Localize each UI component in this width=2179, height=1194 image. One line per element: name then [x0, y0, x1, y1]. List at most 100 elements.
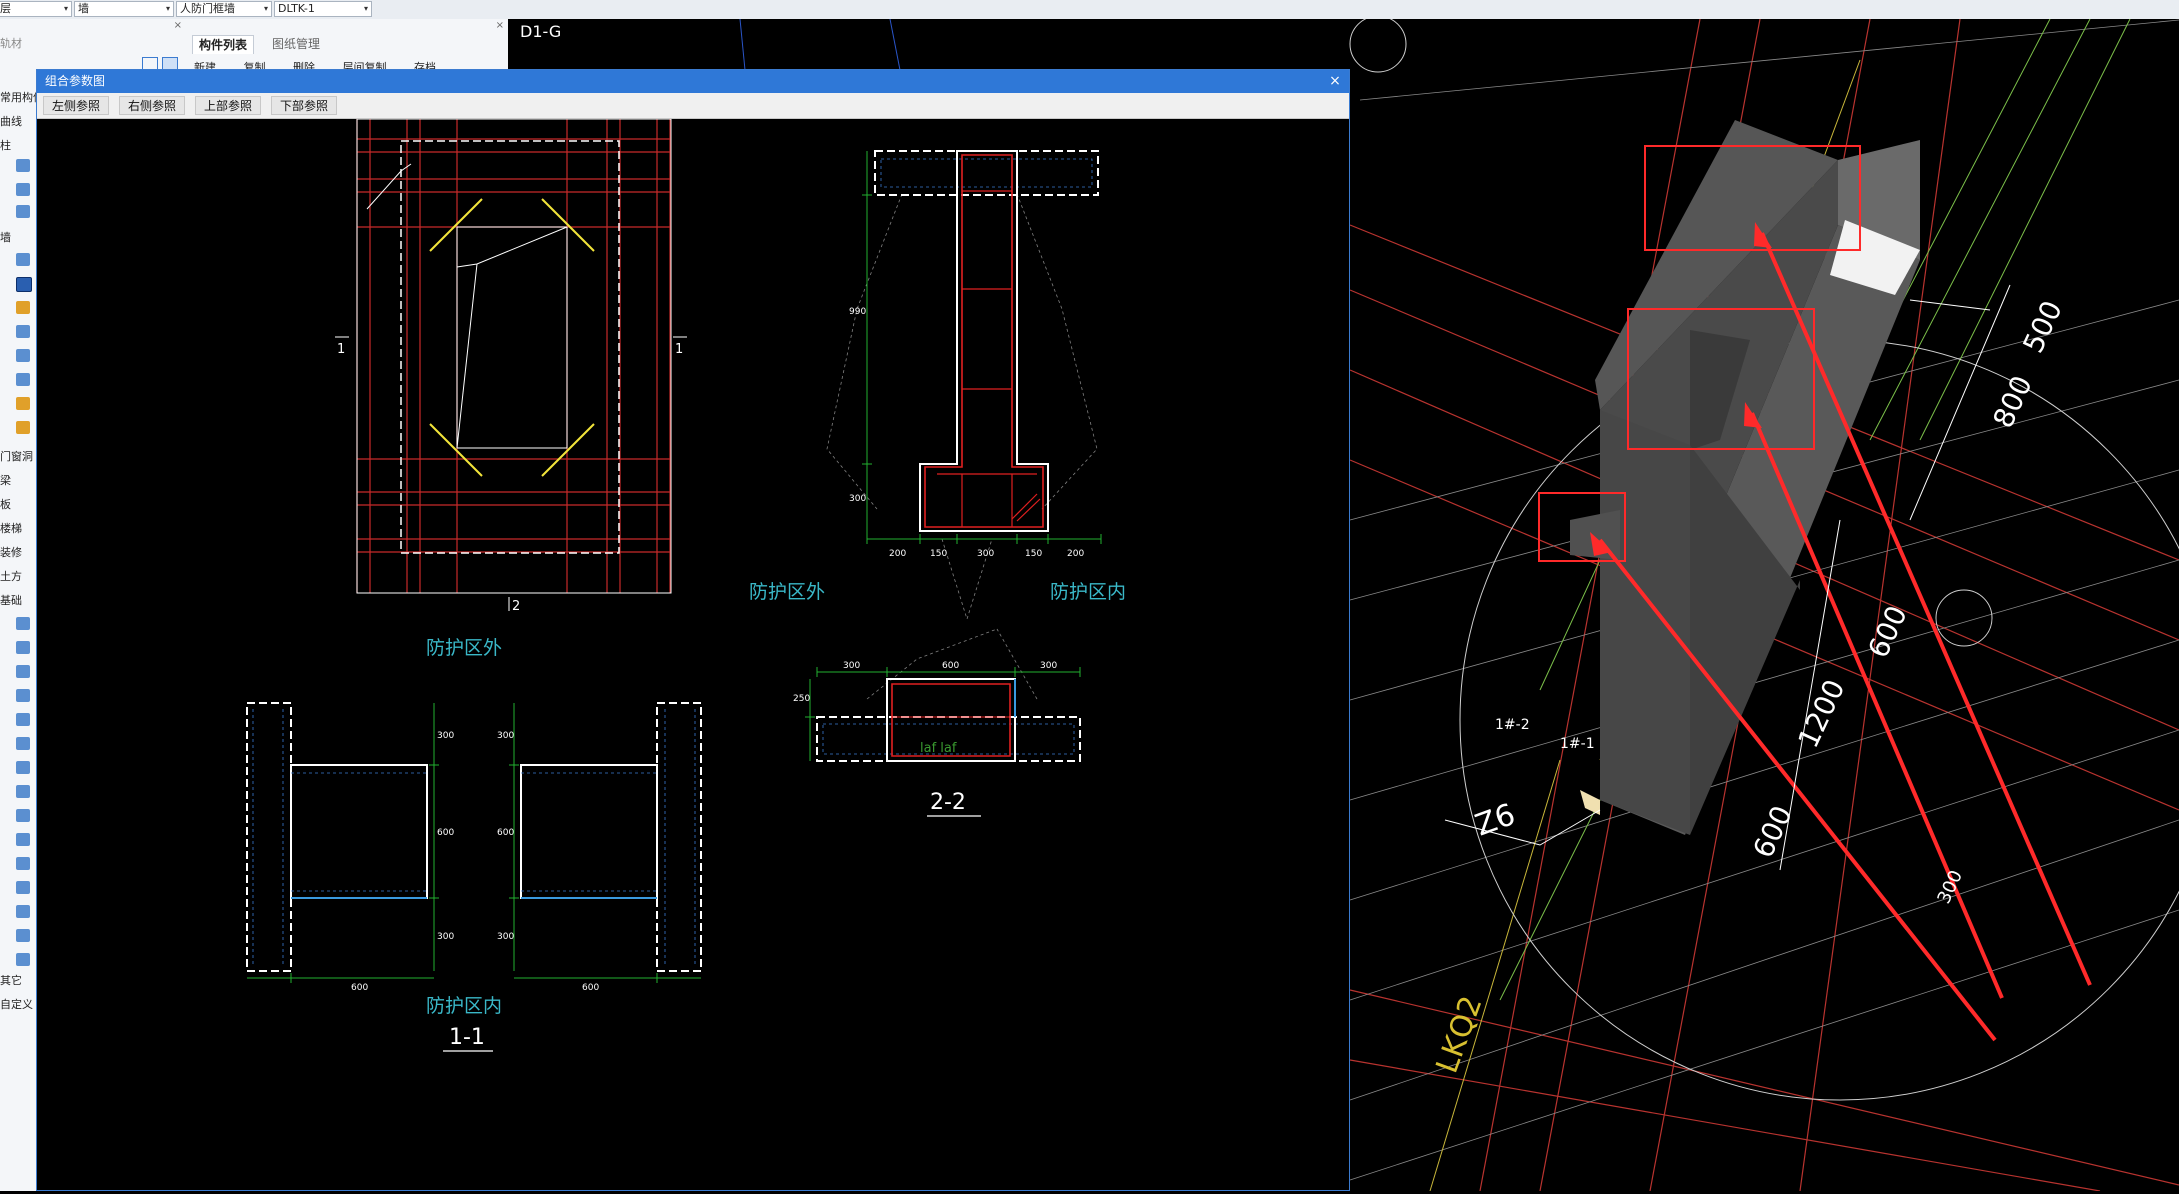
bottom-reference-button[interactable]: 下部参照: [271, 96, 338, 115]
post-icon[interactable]: [16, 857, 30, 870]
dim-label: 600: [942, 661, 959, 671]
dim-label: 600: [1746, 801, 1798, 863]
dim-label: 300: [843, 661, 860, 671]
outside-zone-label: 防护区外: [426, 637, 502, 659]
dim-label: 600: [582, 983, 599, 993]
cap-beam-icon[interactable]: [16, 929, 30, 942]
dim-label: 250: [793, 694, 810, 704]
panel-close-icon[interactable]: ×: [496, 20, 504, 31]
misc-icon[interactable]: [16, 953, 30, 966]
construction-column-icon[interactable]: [16, 205, 30, 218]
independent-foundation-icon[interactable]: [16, 737, 30, 750]
axis-label-1-2: 1#-2: [1495, 717, 1530, 733]
axis-labels: 1#-2 1#-1 Z6 LKQ2: [1430, 717, 1595, 1078]
dim-label: 300: [1040, 661, 1057, 671]
door-elevation: 1 1 2: [335, 118, 687, 614]
dim-label: 300: [497, 731, 514, 741]
insulation-icon[interactable]: [16, 373, 30, 386]
column-cap-icon[interactable]: [16, 183, 30, 196]
section-title-1-1: 1-1: [449, 1025, 485, 1050]
outside-zone-label: 防护区外: [749, 581, 825, 603]
nav-item-door-window[interactable]: 门窗洞: [0, 448, 33, 464]
nav-item-wall[interactable]: 墙: [0, 229, 11, 245]
property-panel-header: ×: [36, 19, 187, 70]
dim-label: 800: [1986, 371, 2038, 433]
combined-parameter-dialog: 组合参数图 × 左侧参照 右侧参照 上部参照 下部参照 1 1 2 200 15…: [36, 69, 1350, 1191]
component-name-select[interactable]: DLTK-1 ▾: [274, 1, 372, 17]
axis-bubble: [1935, 589, 1993, 647]
nav-item-column[interactable]: 柱: [0, 137, 11, 153]
nav-item-foundation[interactable]: 基础: [0, 592, 22, 608]
nav-item-common[interactable]: 常用构件: [0, 89, 36, 105]
section-2-2-lower: 防护区外 防护区内 laf laf 300 600 300 250 2-2: [749, 581, 1126, 817]
dim-label: 600: [351, 983, 368, 993]
diagram-area: 1 1 2 200 150 300 150 200 990 300 防护区外 防…: [37, 118, 1349, 1190]
column-icon[interactable]: [16, 159, 30, 172]
floor-select[interactable]: 层 ▾: [0, 1, 72, 17]
right-reference-button[interactable]: 右侧参照: [119, 96, 186, 115]
section-mark: 1: [675, 342, 683, 357]
parapet-icon[interactable]: [16, 325, 30, 338]
dim-label: 600: [1861, 601, 1913, 663]
section-1-1: 防护区外 300 600 300 300 600 300 600 600 防护区…: [246, 637, 702, 1052]
wall-strip-icon[interactable]: [16, 397, 30, 410]
section-mark: 1: [337, 342, 345, 357]
close-icon[interactable]: ×: [1327, 70, 1343, 93]
panel-close-icon[interactable]: ×: [174, 20, 182, 31]
module-nav: 轨材 常用构件 曲线 柱 墙 门窗洞 梁 板 楼梯 装修 土方 基础 其它 自定…: [0, 19, 37, 1191]
nav-item-decoration[interactable]: 装修: [0, 544, 22, 560]
strip-foundation-icon[interactable]: [16, 713, 30, 726]
nav-item-slab[interactable]: 板: [0, 496, 11, 512]
grid-label-d1g: D1-G: [520, 22, 561, 41]
nav-item-custom[interactable]: 自定义: [0, 996, 33, 1012]
dim-label: 150: [1025, 549, 1042, 559]
dim-label: 600: [437, 828, 454, 838]
left-reference-button[interactable]: 左侧参照: [43, 96, 110, 115]
cushion-icon[interactable]: [16, 785, 30, 798]
dim-label: 600: [497, 828, 514, 838]
section-title-2-2: 2-2: [930, 790, 966, 815]
dim-label: 150: [930, 549, 947, 559]
masonry-wall-icon[interactable]: [16, 301, 30, 314]
foundation-beam-icon[interactable]: [16, 617, 30, 630]
dim-label: 500: [2016, 296, 2068, 358]
dim-label: 990: [849, 307, 866, 317]
dim-label: 200: [889, 549, 906, 559]
dialog-titlebar[interactable]: 组合参数图 ×: [37, 70, 1349, 93]
column-pier-icon[interactable]: [16, 833, 30, 846]
wall-subtype-select[interactable]: 人防门框墙 ▾: [176, 1, 272, 17]
axis-lines-blue: [739, 18, 901, 71]
grid-icon[interactable]: [16, 881, 30, 894]
component-type-select[interactable]: 墙 ▾: [74, 1, 174, 17]
dim-label: 300: [437, 932, 454, 942]
inside-zone-label: 防护区内: [426, 995, 502, 1017]
wall-label-lkq2: LKQ2: [1430, 991, 1490, 1077]
section-mark: 2: [512, 599, 520, 614]
opening-icon[interactable]: [16, 905, 30, 918]
wall-block-icon[interactable]: [16, 421, 30, 434]
nav-partial-item: 轨材: [0, 37, 22, 50]
filter-toolbar: 层 ▾ 墙 ▾ 人防门框墙 ▾ DLTK-1 ▾: [0, 0, 2179, 20]
dim-label: 1200: [1791, 674, 1851, 753]
anchor-icon[interactable]: [16, 809, 30, 822]
nav-item-curve[interactable]: 曲线: [0, 113, 22, 129]
nav-item-beam[interactable]: 梁: [0, 472, 11, 488]
axis-label-1-1: 1#-1: [1560, 736, 1595, 752]
nav-item-other[interactable]: 其它: [0, 972, 22, 988]
dim-label: 300: [437, 731, 454, 741]
wall-icon[interactable]: [16, 253, 30, 266]
wall-rebar-icon[interactable]: [16, 349, 30, 362]
tab-component-list[interactable]: 构件列表: [192, 35, 255, 54]
raft-icon[interactable]: [16, 641, 30, 654]
door-frame-wall-icon[interactable]: [16, 277, 32, 292]
nav-item-stair[interactable]: 楼梯: [0, 520, 22, 536]
tab-drawing-management[interactable]: 图纸管理: [266, 35, 326, 53]
nav-item-earthwork[interactable]: 土方: [0, 568, 22, 584]
parameter-diagram: 1 1 2 200 150 300 150 200 990 300 防护区外 防…: [246, 118, 1126, 1052]
pile-icon[interactable]: [16, 761, 30, 774]
section-2-2-upper: 200 150 300 150 200 990 300: [826, 150, 1102, 621]
top-reference-button[interactable]: 上部参照: [195, 96, 262, 115]
sump-icon[interactable]: [16, 665, 30, 678]
dim-label: 300: [849, 494, 866, 504]
pile-cap-icon[interactable]: [16, 689, 30, 702]
